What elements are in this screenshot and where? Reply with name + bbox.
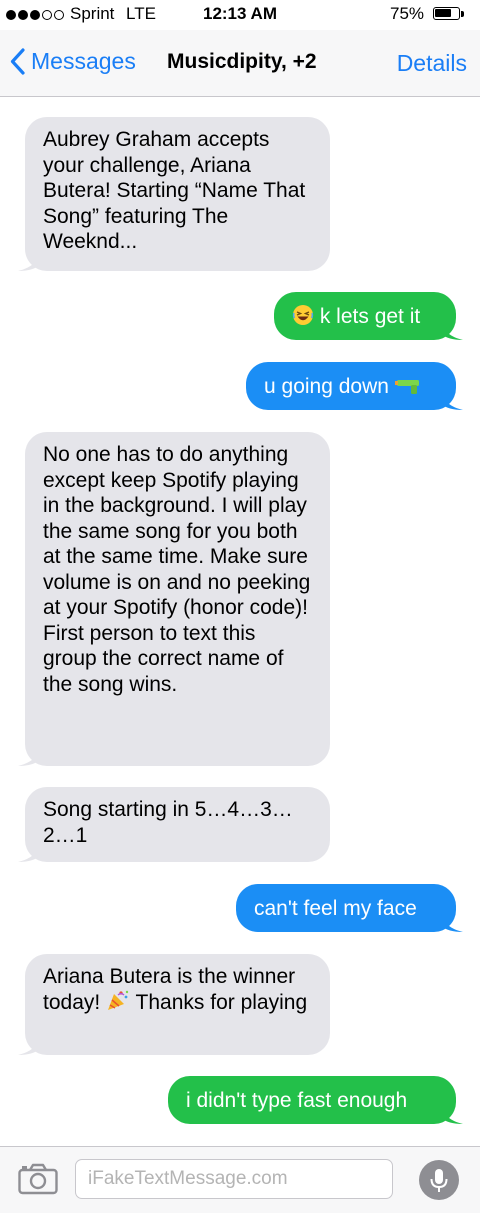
- message-bubble-incoming[interactable]: Ariana Butera is the winner today! Thank…: [18, 954, 330, 1055]
- message-bubble-outgoing[interactable]: u going down: [246, 362, 463, 410]
- microphone-button[interactable]: [419, 1160, 459, 1200]
- back-button[interactable]: Messages: [10, 48, 136, 75]
- message-bubble-incoming[interactable]: Song starting in 5…4…3…2…1: [18, 787, 330, 862]
- nav-bar: Messages Musicdipity, +2 Details: [0, 30, 480, 97]
- conversation-title: Musicdipity, +2: [167, 50, 317, 73]
- message-text: i didn't type fast enough: [186, 1089, 408, 1112]
- battery-percent: 75%: [390, 4, 425, 23]
- compose-bar: [0, 1146, 480, 1213]
- message-bubble-outgoing[interactable]: k lets get it: [274, 292, 463, 340]
- message-input[interactable]: [76, 1160, 392, 1198]
- message-text: can't feel my face: [254, 897, 417, 920]
- message-bubble-outgoing[interactable]: can't feel my face: [236, 884, 463, 932]
- message-text: No one has to do anything except keep Sp…: [43, 443, 311, 696]
- message-bubble-incoming[interactable]: Aubrey Graham accepts your challenge, Ar…: [18, 117, 330, 271]
- message-input-field[interactable]: [75, 1159, 393, 1199]
- message-text: Aubrey Graham accepts your challenge, Ar…: [43, 128, 306, 253]
- battery-tip: [461, 11, 464, 17]
- chevron-left-icon: [10, 48, 25, 75]
- message-text-part: Thanks for playing: [135, 990, 308, 1014]
- back-label: Messages: [31, 48, 136, 74]
- message-text: k lets get it: [319, 305, 421, 328]
- message-text: u going down: [264, 375, 389, 398]
- camera-icon[interactable]: [18, 1163, 58, 1200]
- message-bubble-outgoing[interactable]: i didn't type fast enough: [168, 1076, 463, 1124]
- message-bubble-incoming[interactable]: No one has to do anything except keep Sp…: [18, 432, 330, 766]
- details-button[interactable]: Details: [397, 50, 467, 77]
- status-bar: Sprint LTE 12:13 AM 75%: [0, 0, 480, 30]
- message-text: Song starting in 5…4…3…2…1: [43, 798, 293, 847]
- party-popper-emoji-icon: [106, 990, 130, 1019]
- water-pistol-emoji-icon: [394, 376, 421, 403]
- battery-icon: [433, 7, 460, 20]
- microphone-icon: [430, 1169, 448, 1192]
- laughing-face-emoji-icon: [292, 304, 314, 333]
